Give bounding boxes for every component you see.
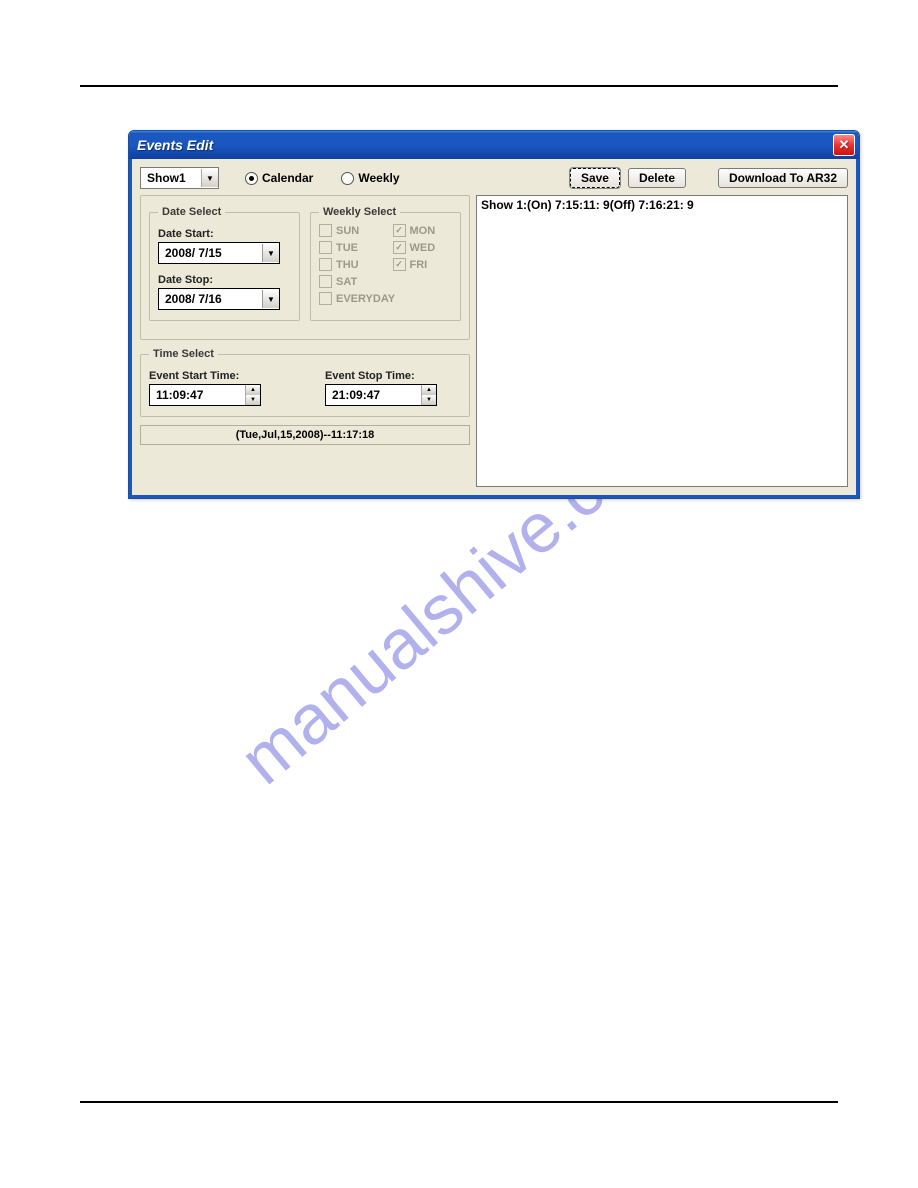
page-bottom-rule	[80, 1101, 838, 1103]
weekday-tue[interactable]: TUE	[319, 241, 379, 254]
weekday-label: FRI	[410, 259, 428, 271]
event-start-time-value: 11:09:47	[150, 388, 245, 402]
client-area: Show1 ▼ Calendar Weekly Save Delete Down…	[129, 159, 859, 498]
chevron-down-icon: ▼	[262, 244, 279, 262]
right-column: Show 1:(On) 7:15:11: 9(Off) 7:16:21: 9	[476, 195, 848, 487]
events-listbox[interactable]: Show 1:(On) 7:15:11: 9(Off) 7:16:21: 9	[476, 195, 848, 487]
weekday-label: SUN	[336, 225, 359, 237]
weekly-select-legend: Weekly Select	[319, 206, 400, 218]
weekday-label: EVERYDAY	[336, 293, 395, 305]
date-stop-value: 2008/ 7/16	[159, 292, 262, 306]
status-bar: (Tue,Jul,15,2008)--11:17:18	[140, 425, 470, 445]
mode-radio-group: Calendar Weekly	[245, 171, 400, 185]
delete-button[interactable]: Delete	[628, 168, 686, 188]
chevron-down-icon: ▼	[201, 169, 218, 187]
weekday-label: TUE	[336, 242, 358, 254]
spinner-buttons[interactable]: ▲▼	[245, 385, 260, 405]
weekday-label: THU	[336, 259, 359, 271]
checkbox-icon	[393, 241, 406, 254]
chevron-down-icon: ▼	[246, 395, 260, 405]
weekly-select-group: Weekly Select SUN MON TUE WED THU FRI SA…	[310, 206, 461, 321]
radio-weekly[interactable]: Weekly	[341, 171, 399, 185]
checkbox-icon	[319, 258, 332, 271]
checkbox-icon	[319, 241, 332, 254]
event-start-time-label: Event Start Time:	[149, 370, 285, 382]
event-stop-time-label: Event Stop Time:	[325, 370, 461, 382]
radio-calendar[interactable]: Calendar	[245, 171, 313, 185]
checkbox-icon	[393, 258, 406, 271]
radio-weekly-label: Weekly	[358, 171, 399, 185]
date-select-legend: Date Select	[158, 206, 225, 218]
weekday-label: WED	[410, 242, 436, 254]
left-column: Date Select Date Start: 2008/ 7/15 ▼ Dat…	[140, 195, 470, 487]
time-select-group: Time Select Event Start Time: 11:09:47 ▲…	[140, 348, 470, 417]
show-dropdown-value: Show1	[141, 171, 201, 185]
event-stop-time-value: 21:09:47	[326, 388, 421, 402]
chevron-up-icon: ▲	[246, 385, 260, 395]
checkbox-icon	[319, 224, 332, 237]
spinner-buttons[interactable]: ▲▼	[421, 385, 436, 405]
download-button[interactable]: Download To AR32	[718, 168, 848, 188]
window-title: Events Edit	[137, 137, 833, 153]
radio-dot-icon	[245, 172, 258, 185]
titlebar: Events Edit ✕	[129, 131, 859, 159]
chevron-down-icon: ▼	[422, 395, 436, 405]
radio-calendar-label: Calendar	[262, 171, 313, 185]
weekday-sun[interactable]: SUN	[319, 224, 379, 237]
content-row: Date Select Date Start: 2008/ 7/15 ▼ Dat…	[140, 195, 848, 487]
checkbox-icon	[319, 275, 332, 288]
radio-dot-icon	[341, 172, 354, 185]
select-groups-outer: Date Select Date Start: 2008/ 7/15 ▼ Dat…	[140, 195, 470, 340]
date-select-group: Date Select Date Start: 2008/ 7/15 ▼ Dat…	[149, 206, 300, 321]
weekday-thu[interactable]: THU	[319, 258, 379, 271]
event-stop-time-spinner[interactable]: 21:09:47 ▲▼	[325, 384, 437, 406]
checkbox-icon	[319, 292, 332, 305]
chevron-up-icon: ▲	[422, 385, 436, 395]
page-top-rule	[80, 85, 838, 87]
events-edit-window: Events Edit ✕ Show1 ▼ Calendar Weekly	[128, 130, 860, 499]
checkbox-icon	[393, 224, 406, 237]
list-item[interactable]: Show 1:(On) 7:15:11: 9(Off) 7:16:21: 9	[481, 198, 843, 212]
close-button[interactable]: ✕	[833, 134, 855, 156]
save-button[interactable]: Save	[570, 168, 620, 188]
show-dropdown[interactable]: Show1 ▼	[140, 167, 219, 189]
chevron-down-icon: ▼	[262, 290, 279, 308]
weekday-sat[interactable]: SAT	[319, 275, 379, 288]
date-stop-label: Date Stop:	[158, 274, 291, 286]
time-select-legend: Time Select	[149, 348, 218, 360]
weekday-mon[interactable]: MON	[393, 224, 453, 237]
date-start-value: 2008/ 7/15	[159, 246, 262, 260]
date-start-picker[interactable]: 2008/ 7/15 ▼	[158, 242, 280, 264]
date-stop-picker[interactable]: 2008/ 7/16 ▼	[158, 288, 280, 310]
weekday-label: SAT	[336, 276, 357, 288]
date-start-label: Date Start:	[158, 228, 291, 240]
event-start-time-spinner[interactable]: 11:09:47 ▲▼	[149, 384, 261, 406]
weekday-wed[interactable]: WED	[393, 241, 453, 254]
weekday-everyday[interactable]: EVERYDAY	[319, 292, 452, 305]
top-toolbar: Show1 ▼ Calendar Weekly Save Delete Down…	[140, 167, 848, 189]
weekday-fri[interactable]: FRI	[393, 258, 453, 271]
weekday-label: MON	[410, 225, 436, 237]
close-icon: ✕	[839, 137, 850, 153]
